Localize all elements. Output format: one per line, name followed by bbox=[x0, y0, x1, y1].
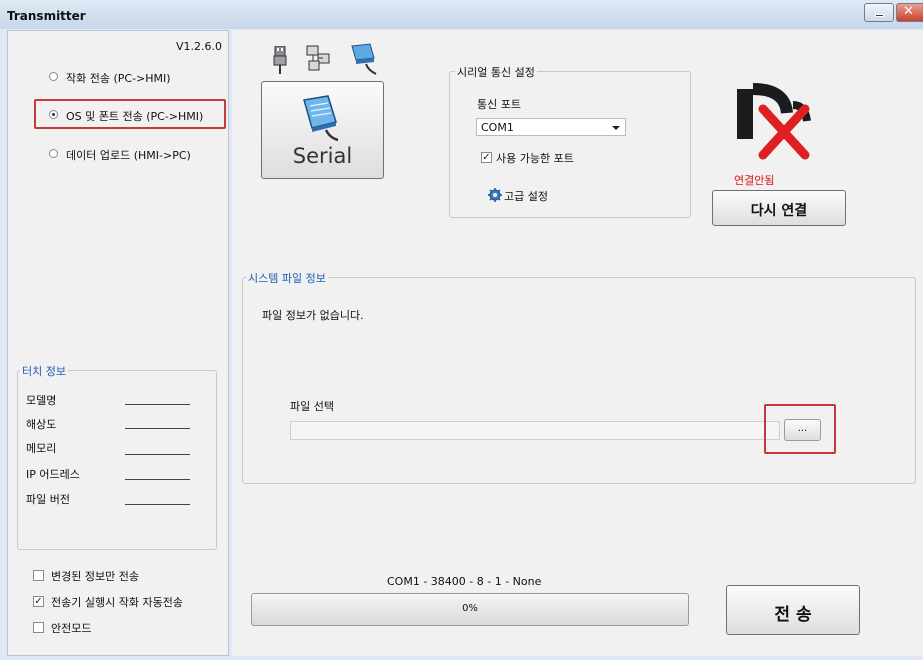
system-file-title: 시스템 파일 정보 bbox=[246, 270, 328, 286]
progress-percent: 0% bbox=[462, 603, 478, 614]
serial-device-icon bbox=[303, 95, 339, 142]
connection-status-text: 연결안됨 bbox=[734, 174, 775, 187]
window-title: Transmitter bbox=[7, 9, 86, 23]
file-version-value bbox=[125, 504, 190, 505]
safe-mode-label[interactable]: 안전모드 bbox=[51, 620, 91, 636]
serial-settings-group bbox=[449, 71, 691, 218]
reconnect-button[interactable]: 다시 연결 bbox=[712, 190, 846, 226]
model-name-label: 모델명 bbox=[26, 394, 57, 407]
version-label: V1.2.6.0 bbox=[176, 40, 223, 53]
memory-value bbox=[125, 454, 190, 455]
port-select[interactable]: COM1 bbox=[476, 118, 626, 136]
close-button[interactable]: ✕ bbox=[896, 3, 923, 22]
send-button[interactable]: 전 송 bbox=[726, 585, 860, 635]
available-ports-label[interactable]: 사용 가능한 포트 bbox=[496, 150, 574, 166]
model-name-value bbox=[125, 404, 190, 405]
serial-connection-button[interactable]: Serial bbox=[261, 81, 384, 179]
file-version-label: 파일 버전 bbox=[26, 493, 70, 506]
port-status-text: COM1 - 38400 - 8 - 1 - None bbox=[387, 575, 542, 588]
usb-icon[interactable] bbox=[272, 45, 288, 77]
resolution-label: 해상도 bbox=[26, 418, 57, 431]
ip-address-value bbox=[125, 479, 190, 480]
reconnect-label: 다시 연결 bbox=[750, 203, 808, 219]
changed-only-checkbox[interactable] bbox=[33, 570, 44, 581]
close-icon: ✕ bbox=[903, 4, 914, 19]
ethernet-icon[interactable] bbox=[305, 44, 331, 77]
minimize-icon bbox=[875, 14, 884, 17]
safe-mode-checkbox[interactable] bbox=[33, 622, 44, 633]
disconnected-icon bbox=[735, 83, 815, 164]
file-select-label: 파일 선택 bbox=[290, 400, 334, 413]
mode-radio-os-font-transfer[interactable] bbox=[49, 110, 58, 119]
port-value: COM1 bbox=[481, 121, 514, 134]
gear-icon[interactable] bbox=[488, 188, 502, 205]
ip-address-label: IP 어드레스 bbox=[26, 468, 80, 481]
resolution-value bbox=[125, 428, 190, 429]
advanced-settings-link[interactable]: 고급 설정 bbox=[504, 188, 548, 204]
file-path-input[interactable] bbox=[290, 421, 780, 440]
file-info-text: 파일 정보가 없습니다. bbox=[262, 309, 364, 322]
serial-icon[interactable] bbox=[350, 42, 378, 79]
mode-label-screen-transfer[interactable]: 작화 전송 (PC->HMI) bbox=[66, 70, 171, 86]
touch-info-title: 터치 정보 bbox=[20, 363, 68, 379]
browse-button[interactable]: ... bbox=[784, 419, 821, 441]
title-bar: Transmitter ✕ bbox=[0, 0, 923, 30]
auto-send-checkbox[interactable]: ✓ bbox=[33, 596, 44, 607]
port-label: 통신 포트 bbox=[477, 98, 521, 111]
serial-button-label: Serial bbox=[292, 144, 353, 168]
auto-send-label[interactable]: 전송기 실행시 작화 자동전송 bbox=[51, 594, 183, 610]
mode-label-os-font-transfer[interactable]: OS 및 폰트 전송 (PC->HMI) bbox=[66, 108, 203, 124]
mode-label-data-upload[interactable]: 데이터 업로드 (HMI->PC) bbox=[66, 147, 191, 163]
browse-label: ... bbox=[797, 423, 808, 434]
serial-settings-title: 시리얼 통신 설정 bbox=[455, 64, 537, 80]
minimize-button[interactable] bbox=[864, 3, 894, 22]
transfer-progress-bar: 0% bbox=[251, 593, 689, 626]
mode-radio-screen-transfer[interactable] bbox=[49, 72, 58, 81]
chevron-down-icon bbox=[612, 126, 620, 130]
available-ports-checkbox[interactable]: ✓ bbox=[481, 152, 492, 163]
changed-only-label[interactable]: 변경된 정보만 전송 bbox=[51, 568, 139, 584]
mode-radio-data-upload[interactable] bbox=[49, 149, 58, 158]
memory-label: 메모리 bbox=[26, 442, 57, 455]
send-label: 전 송 bbox=[774, 605, 812, 625]
